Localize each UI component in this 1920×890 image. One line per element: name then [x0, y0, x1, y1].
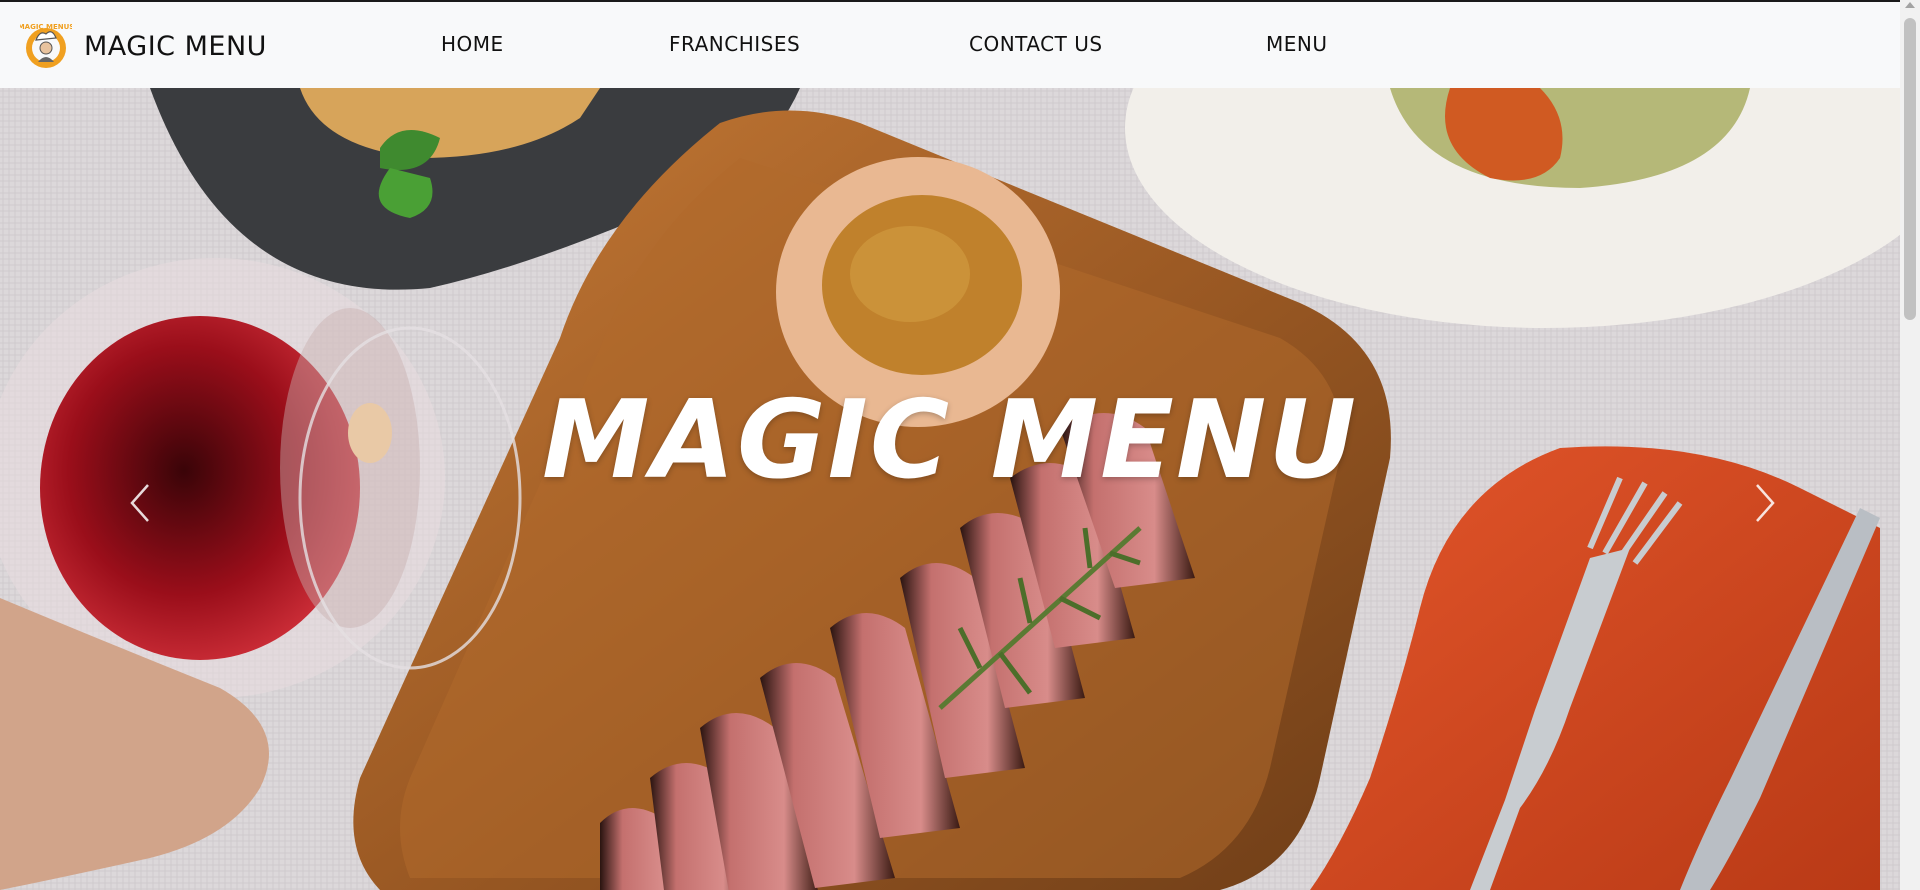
carousel-prev-button[interactable]	[105, 428, 175, 578]
chevron-right-icon	[1756, 484, 1775, 522]
hero-title: MAGIC MENU	[541, 378, 1359, 503]
carousel-next-button[interactable]	[1730, 428, 1800, 578]
hero-carousel: MAGIC MENU	[0, 88, 1900, 890]
nav-menu[interactable]: MENU	[1266, 32, 1328, 56]
nav-contact-us[interactable]: CONTACT US	[969, 32, 1103, 56]
scrollbar-thumb[interactable]	[1904, 18, 1916, 320]
chevron-left-icon	[130, 484, 149, 522]
brand-name[interactable]: MAGIC MENU	[84, 31, 267, 62]
nav-franchises[interactable]: FRANCHISES	[669, 32, 800, 56]
vertical-scrollbar[interactable]	[1900, 0, 1920, 890]
brand-link[interactable]: MAGIC MENUS MAGIC MENU	[20, 20, 267, 72]
chef-logo-icon: MAGIC MENUS	[20, 23, 72, 68]
top-navbar: MAGIC MENUS MAGIC MENU HOME FRANCHISES C…	[0, 2, 1900, 88]
scroll-up-arrow-icon[interactable]	[1905, 2, 1915, 8]
nav-home[interactable]: HOME	[441, 32, 504, 56]
logo-text: MAGIC MENUS	[20, 23, 72, 31]
